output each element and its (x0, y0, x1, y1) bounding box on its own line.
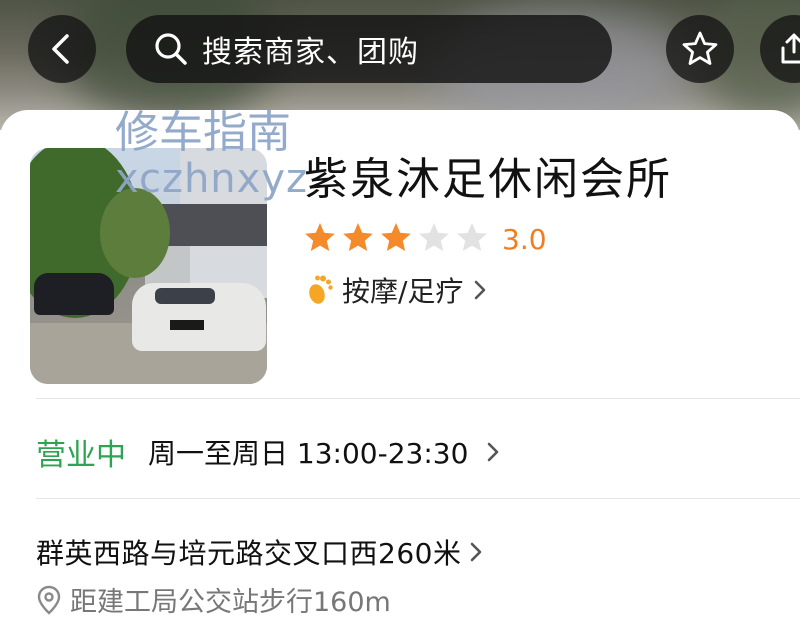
star-rating (303, 221, 489, 255)
divider (36, 398, 800, 399)
business-hours-row[interactable]: 营业中 周一至周日 13:00-23:30 (36, 435, 500, 473)
back-button[interactable] (28, 15, 96, 83)
star-empty-icon (419, 223, 449, 251)
star-filled-icon (343, 223, 373, 251)
category-link[interactable]: 按摩/足疗 (304, 270, 487, 310)
star-outline-icon (682, 31, 718, 65)
address-text: 群英西路与培元路交叉口西260米 (36, 537, 462, 570)
back-arrow-icon (52, 34, 69, 64)
watermark: 修车指南 xczhnxyz (115, 107, 308, 203)
chevron-right-icon (488, 442, 499, 462)
search-bar[interactable]: 搜索商家、团购 (126, 15, 612, 83)
distance-text: 距建工局公交站步行160m (70, 587, 391, 618)
star-empty-icon (457, 223, 487, 251)
divider (36, 498, 800, 499)
watermark-line1: 修车指南 (115, 107, 291, 158)
chevron-right-icon (475, 280, 486, 300)
category-label: 按摩/足疗 (342, 275, 464, 308)
open-status: 营业中 (36, 438, 126, 473)
chevron-right-icon (471, 542, 482, 562)
transit-distance: 距建工局公交站步行160m (36, 580, 391, 619)
rating-score: 3.0 (502, 223, 547, 256)
search-icon (155, 33, 187, 65)
watermark-line2: xczhnxyz (115, 156, 308, 202)
favorite-button[interactable] (666, 15, 734, 83)
location-pin-icon (37, 585, 61, 615)
share-icon (781, 33, 800, 64)
opening-hours: 周一至周日 13:00-23:30 (148, 437, 469, 470)
address-row[interactable]: 群英西路与培元路交叉口西260米 (36, 532, 483, 572)
star-filled-icon (381, 223, 411, 251)
shop-name: 紫泉沐足休闲会所 (304, 154, 672, 205)
star-filled-icon (305, 223, 335, 251)
search-placeholder: 搜索商家、团购 (202, 35, 419, 70)
foot-icon (309, 275, 333, 304)
